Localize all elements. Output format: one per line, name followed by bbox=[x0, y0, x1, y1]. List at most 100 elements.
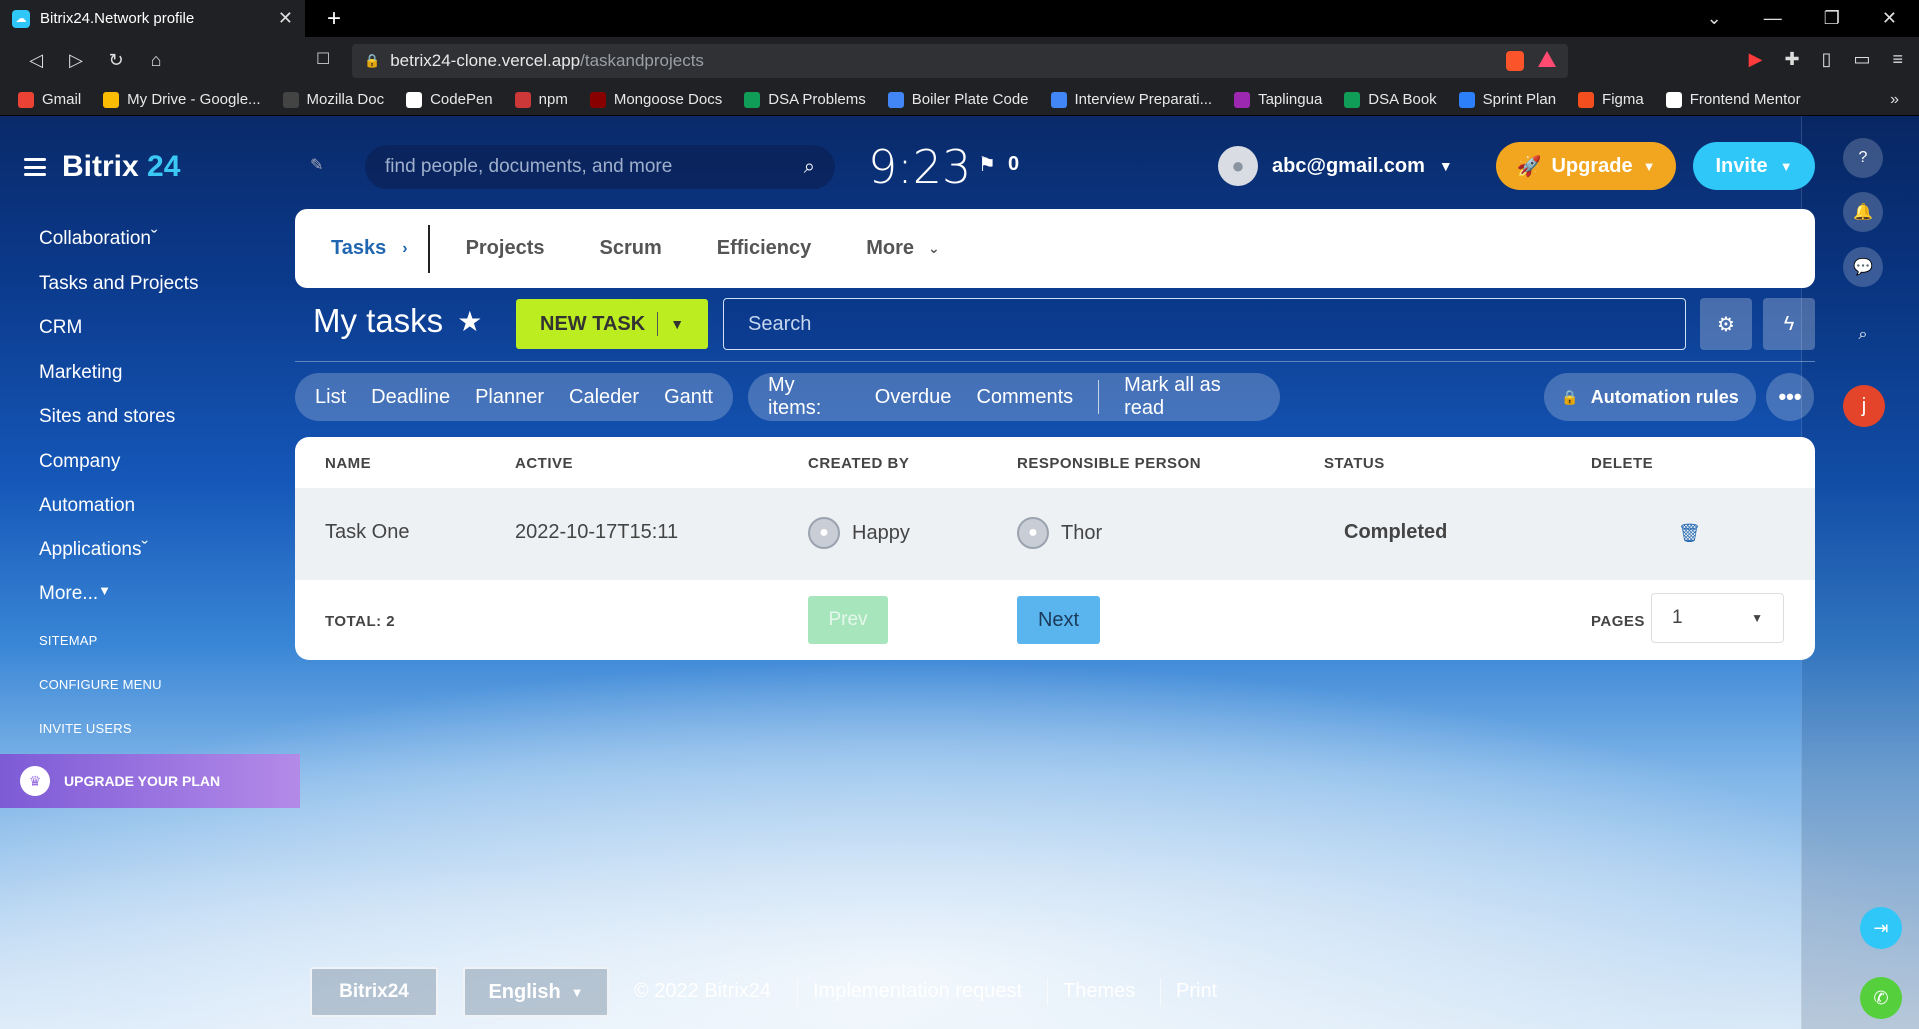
footer-implementation-link[interactable]: Implementation request bbox=[813, 980, 1022, 1003]
view-planner[interactable]: Planner bbox=[475, 386, 544, 409]
sidebar-invite-users[interactable]: INVITE USERS bbox=[39, 721, 132, 736]
bookmark-item[interactable]: My Drive - Google... bbox=[103, 91, 261, 108]
bookmark-item[interactable]: Mozilla Doc bbox=[282, 91, 384, 108]
tab-tasks[interactable]: Tasks › bbox=[331, 237, 408, 260]
new-task-button[interactable]: NEW TASK ▼ bbox=[516, 299, 708, 349]
clock-time[interactable]: 9:23 bbox=[868, 140, 971, 194]
bookmark-item[interactable]: Frontend Mentor bbox=[1665, 91, 1801, 108]
tab-more[interactable]: More ⌄ bbox=[866, 237, 940, 260]
sidebar-item-sites-and-stores[interactable]: Sites and stores bbox=[39, 406, 175, 428]
lightning-icon[interactable]: ϟ bbox=[1763, 298, 1815, 350]
bookmark-item[interactable]: Figma bbox=[1578, 91, 1644, 108]
sidebar-sitemap[interactable]: SITEMAP bbox=[39, 633, 97, 648]
app-logo[interactable]: Bitrix 24 bbox=[24, 150, 180, 184]
restore-icon[interactable]: ❐ bbox=[1824, 8, 1840, 29]
tab-efficiency[interactable]: Efficiency bbox=[717, 237, 811, 260]
view-deadline[interactable]: Deadline bbox=[371, 386, 450, 409]
bookmark-item[interactable]: DSA Book bbox=[1344, 91, 1437, 108]
filter-comments[interactable]: Comments bbox=[976, 386, 1073, 409]
sidebar-item-company[interactable]: Company bbox=[39, 451, 120, 473]
wallet-icon[interactable]: ▭ bbox=[1853, 49, 1870, 70]
sidebar-item-crm[interactable]: CRM bbox=[39, 317, 82, 339]
home-icon[interactable]: ⌂ bbox=[136, 50, 176, 71]
bookmark-item[interactable]: Interview Preparati... bbox=[1050, 91, 1212, 108]
view-gantt[interactable]: Gantt bbox=[664, 386, 713, 409]
rail-user-avatar[interactable]: j bbox=[1843, 385, 1885, 427]
bookmarks-overflow-icon[interactable]: » bbox=[1890, 91, 1899, 109]
user-menu[interactable]: ● abc@gmail.com ▼ bbox=[1218, 146, 1453, 186]
task-search-input[interactable] bbox=[748, 312, 1661, 336]
bookmark-item[interactable]: npm bbox=[514, 91, 568, 108]
more-options-icon[interactable]: ••• bbox=[1766, 373, 1814, 421]
brave-shields-icon[interactable] bbox=[1506, 51, 1524, 71]
column-header: CREATED BY bbox=[808, 455, 910, 472]
invite-button[interactable]: Invite ▼ bbox=[1693, 142, 1815, 190]
sidebar-item-marketing[interactable]: Marketing bbox=[39, 362, 122, 384]
mark-all-read-link[interactable]: Mark all as read bbox=[1124, 374, 1260, 420]
flag-counter[interactable]: ⚑ 0 bbox=[978, 152, 1019, 177]
close-window-icon[interactable]: ✕ bbox=[1882, 8, 1897, 29]
sidebar-configure-menu[interactable]: CONFIGURE MENU bbox=[39, 677, 162, 692]
sidebar-item-more[interactable]: More...▼ bbox=[39, 583, 111, 605]
view-list[interactable]: List bbox=[315, 386, 346, 409]
address-bar[interactable]: 🔒 betrix24-clone.vercel.app/taskandproje… bbox=[352, 44, 1568, 78]
task-name[interactable]: Task One bbox=[325, 521, 409, 544]
tab-search-icon[interactable]: ⌄ bbox=[1707, 8, 1722, 29]
new-tab-icon[interactable]: + bbox=[327, 5, 341, 33]
view-calendar[interactable]: Caleder bbox=[569, 386, 639, 409]
footer-print-link[interactable]: Print bbox=[1176, 980, 1217, 1003]
close-tab-icon[interactable]: ✕ bbox=[278, 8, 293, 29]
browser-tab[interactable]: ☁ Bitrix24.Network profile ✕ bbox=[0, 0, 305, 37]
bookmark-item[interactable]: Mongoose Docs bbox=[589, 91, 722, 108]
bitrix24-footer-button[interactable]: Bitrix24 bbox=[310, 967, 438, 1017]
caret-down-icon[interactable]: ▼ bbox=[670, 316, 684, 332]
bookmark-item[interactable]: Gmail bbox=[18, 91, 81, 108]
bookmark-item[interactable]: Boiler Plate Code bbox=[887, 91, 1029, 108]
sidebar-item-automation[interactable]: Automation bbox=[39, 495, 135, 517]
bookmark-page-icon[interactable]: ☐ bbox=[316, 49, 330, 69]
back-icon[interactable]: ◁ bbox=[16, 50, 56, 71]
language-select[interactable]: English ▼ bbox=[463, 967, 609, 1017]
bookmark-item[interactable]: Taplingua bbox=[1234, 91, 1322, 108]
youtube-extension-icon[interactable]: ▶ bbox=[1749, 49, 1763, 70]
logo-word: Bitrix bbox=[62, 150, 139, 183]
sidebar-toggle-icon[interactable]: ▯ bbox=[1822, 49, 1832, 70]
upgrade-button[interactable]: 🚀 Upgrade ▼ bbox=[1496, 142, 1676, 190]
footer-themes-link[interactable]: Themes bbox=[1063, 980, 1135, 1003]
bookmark-item[interactable]: DSA Problems bbox=[744, 91, 866, 108]
pages-select[interactable]: 1 ▼ bbox=[1651, 593, 1784, 643]
reload-icon[interactable]: ↻ bbox=[96, 50, 136, 71]
bookmark-item[interactable]: CodePen bbox=[406, 91, 493, 108]
sidebar-item-applications[interactable]: Applicationsˇ bbox=[39, 539, 148, 561]
forward-icon[interactable]: ▷ bbox=[56, 50, 96, 71]
search-icon[interactable]: ⌕ bbox=[804, 156, 815, 179]
automation-rules-button[interactable]: 🔒 Automation rules bbox=[1544, 373, 1756, 421]
prev-button[interactable]: Prev bbox=[808, 596, 888, 644]
bookmark-item[interactable]: Sprint Plan bbox=[1458, 91, 1556, 108]
upgrade-plan-button[interactable]: ♛ UPGRADE YOUR PLAN bbox=[0, 754, 300, 808]
hamburger-menu-icon[interactable] bbox=[24, 158, 46, 176]
extensions-icon[interactable]: ✚ bbox=[1784, 49, 1799, 70]
global-search-input[interactable] bbox=[385, 156, 804, 178]
footer-separator bbox=[797, 978, 798, 1006]
notifications-bell-icon[interactable]: 🔔 bbox=[1843, 192, 1883, 232]
tab-scrum[interactable]: Scrum bbox=[600, 237, 662, 260]
tab-projects[interactable]: Projects bbox=[466, 237, 545, 260]
filter-overdue[interactable]: Overdue bbox=[875, 386, 952, 409]
sidebar-item-collaboration[interactable]: Collaborationˇ bbox=[39, 228, 157, 250]
chat-icon[interactable]: 💬 bbox=[1843, 247, 1883, 287]
star-icon[interactable]: ★ bbox=[457, 305, 482, 338]
edit-pencil-icon[interactable]: ✎ bbox=[310, 155, 323, 175]
phone-call-icon[interactable]: ✆ bbox=[1860, 977, 1902, 1019]
trash-icon[interactable]: 🗑 bbox=[1678, 523, 1701, 544]
brave-rewards-icon[interactable] bbox=[1538, 51, 1556, 67]
minimize-icon[interactable]: — bbox=[1764, 8, 1782, 29]
next-button[interactable]: Next bbox=[1017, 596, 1100, 644]
rail-search-icon[interactable]: ⌕ bbox=[1843, 315, 1883, 355]
sidebar-item-tasks-and-projects[interactable]: Tasks and Projects bbox=[39, 273, 198, 295]
help-icon[interactable]: ? bbox=[1843, 138, 1883, 178]
exit-icon[interactable]: ⇥ bbox=[1860, 907, 1902, 949]
settings-gear-icon[interactable]: ⚙ bbox=[1700, 298, 1752, 350]
browser-menu-icon[interactable]: ≡ bbox=[1892, 49, 1903, 70]
table-row[interactable]: Task One 2022-10-17T15:11 ● Happy ● Thor… bbox=[295, 488, 1815, 580]
